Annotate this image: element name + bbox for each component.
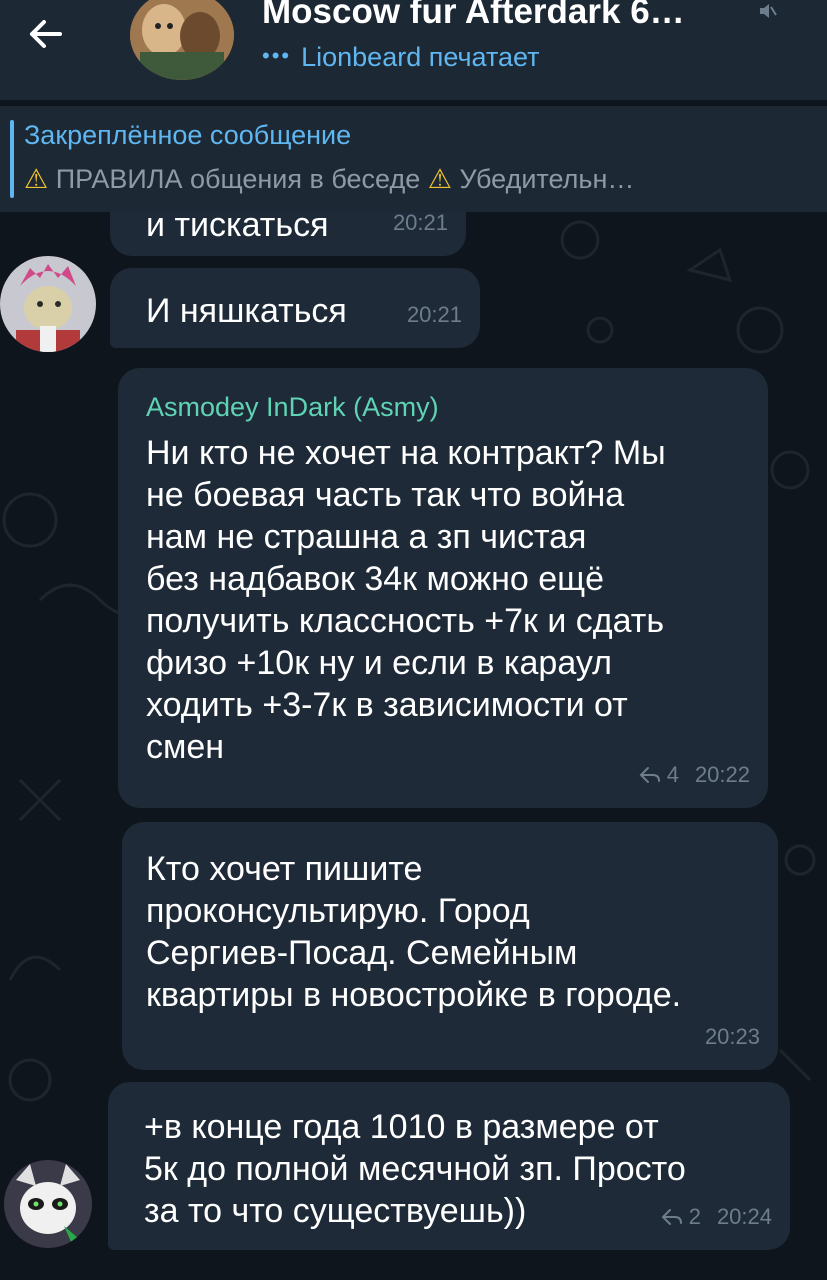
message-bubble[interactable]: +в конце года 1010 в размере от 5к до по… xyxy=(108,1082,790,1250)
message-time: 20:22 xyxy=(694,762,750,787)
message-time: 20:24 xyxy=(716,1204,772,1229)
warning-icon: ⚠ xyxy=(24,164,49,194)
pinned-title: Закреплённое сообщение xyxy=(24,120,352,150)
typing-status: ••• Lionbeard печатает xyxy=(262,42,540,73)
pinned-text-part1: ПРАВИЛА общения в беседе xyxy=(48,164,428,194)
reply-icon xyxy=(661,1209,682,1225)
message-bubble[interactable]: Кто хочет пишите проконсультирую. Город … xyxy=(122,822,778,1070)
pinned-message[interactable]: Закреплённое сообщение ⚠ ПРАВИЛА общения… xyxy=(0,106,827,212)
reply-count[interactable]: 4 xyxy=(667,754,679,796)
message-meta: 20:21 xyxy=(407,294,462,336)
message-meta: 20:23 xyxy=(705,1016,760,1058)
message-time: 20:21 xyxy=(406,302,462,327)
typing-text: Lionbeard печатает xyxy=(301,42,540,72)
message-meta: 4 20:22 xyxy=(639,754,750,796)
message-text: +в конце года 1010 в размере от 5к до по… xyxy=(144,1108,686,1230)
pinned-indicator xyxy=(10,120,14,198)
chat-avatar[interactable] xyxy=(130,0,234,80)
chat-header: Moscow fur Afterdark 6… ••• Lionbeard пе… xyxy=(0,0,827,100)
message-text: И няшкаться xyxy=(146,292,347,330)
message-text: Кто хочет пишите проконсультирую. Город … xyxy=(146,850,682,1014)
message-bubble[interactable]: И няшкаться 20:21 xyxy=(110,268,480,348)
message-text: Ни кто не хочет на контракт? Мы не боева… xyxy=(146,434,666,766)
sender-avatar[interactable] xyxy=(4,1160,92,1248)
reply-count[interactable]: 2 xyxy=(689,1196,701,1238)
reply-icon xyxy=(639,767,660,783)
message-meta: 2 20:24 xyxy=(661,1196,772,1238)
typing-dots: ••• xyxy=(262,42,292,68)
pinned-text: ⚠ ПРАВИЛА общения в беседе ⚠ Убедительн… xyxy=(24,164,634,195)
sender-avatar[interactable] xyxy=(0,256,96,352)
chat-title: Moscow fur Afterdark 6… xyxy=(262,0,685,31)
mute-icon xyxy=(760,4,777,18)
sender-name[interactable]: Asmodey InDark (Asmy) xyxy=(146,390,746,424)
message-bubble[interactable]: Asmodey InDark (Asmy) Ни кто не хочет на… xyxy=(118,368,768,808)
message-time: 20:23 xyxy=(704,1024,760,1049)
pinned-text-part2: Убедительн… xyxy=(451,164,635,194)
warning-icon: ⚠ xyxy=(427,164,452,194)
back-arrow-icon[interactable] xyxy=(22,10,70,58)
